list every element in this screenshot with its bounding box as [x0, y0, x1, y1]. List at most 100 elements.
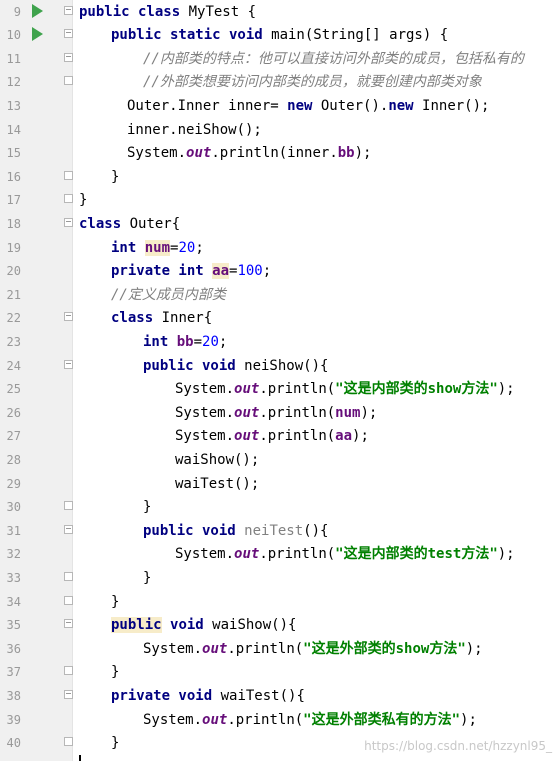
code-line[interactable]: 10 public static void main(String[] args)…: [0, 24, 558, 48]
code-line[interactable]: 22 class Inner{: [0, 307, 558, 331]
code-token: }: [111, 735, 120, 752]
code-token: waiTest(){: [212, 687, 305, 704]
code-line[interactable]: 24 public void neiShow(){: [0, 355, 558, 379]
code-token: "这是内部类的show方法": [335, 381, 498, 398]
code-line[interactable]: 33}: [0, 567, 558, 591]
code-text: }: [111, 166, 119, 190]
code-line[interactable]: 18 class Outer{: [0, 213, 558, 237]
code-line[interactable]: 30}: [0, 496, 558, 520]
code-token: public class: [79, 3, 181, 20]
code-token: waiShow(){: [203, 617, 297, 634]
line-number: 22: [6, 311, 21, 326]
code-text: int bb=20;: [143, 331, 227, 355]
code-token: aa: [212, 263, 230, 280]
fold-end-icon[interactable]: [64, 666, 73, 676]
line-number: 26: [6, 405, 21, 420]
code-line[interactable]: 20 private int aa=100;: [0, 260, 558, 284]
text-cursor: [79, 755, 81, 761]
code-line[interactable]: 26 System.out.println(num);: [0, 402, 558, 426]
code-line[interactable]: 25 System.out.println("这是内部类的show方法");: [0, 378, 558, 402]
code-editor[interactable]: 9 public class MyTest {10 public static vo…: [0, 0, 558, 761]
line-number: 37: [6, 665, 21, 680]
fold-end-icon[interactable]: [64, 501, 73, 511]
code-line[interactable]: 27 System.out.println(aa);: [0, 425, 558, 449]
fold-collapse-icon[interactable]: [64, 5, 73, 15]
fold-end-icon[interactable]: [64, 595, 73, 605]
code-text: public void neiTest(){: [143, 520, 328, 544]
code-token: }: [79, 192, 88, 209]
code-line[interactable]: 31 public void neiTest(){: [0, 520, 558, 544]
run-gutter-icon[interactable]: [32, 27, 43, 42]
line-number: 35: [6, 618, 21, 633]
code-line[interactable]: 14 inner.neiShow();: [0, 119, 558, 143]
code-line[interactable]: 13 Outer.Inner inner= new Outer().new Inn…: [0, 95, 558, 119]
code-token: aa: [335, 428, 353, 445]
fold-collapse-icon[interactable]: [64, 52, 73, 62]
code-token: System.: [175, 428, 235, 445]
line-number: 9: [13, 4, 21, 19]
code-line[interactable]: 23 int bb=20;: [0, 331, 558, 355]
code-token: }: [143, 499, 152, 516]
code-line[interactable]: 12 //外部类想要访问内部类的成员，就要创建内部类对象: [0, 71, 558, 95]
code-line[interactable]: 17}: [0, 189, 558, 213]
line-number: 39: [6, 712, 21, 727]
fold-end-icon[interactable]: [64, 76, 73, 86]
code-line[interactable]: 32 System.out.println("这是内部类的test方法");: [0, 543, 558, 567]
code-line[interactable]: 35 public void waiShow(){: [0, 614, 558, 638]
line-number: 28: [6, 452, 21, 467]
code-token: int: [143, 333, 169, 350]
code-text: int num=20;: [111, 237, 204, 261]
fold-collapse-icon[interactable]: [64, 217, 73, 227]
fold-end-icon[interactable]: [64, 170, 73, 180]
line-number: 14: [6, 122, 21, 137]
code-text: System.out.println(aa);: [175, 425, 369, 449]
code-text: System.out.println("这是内部类的test方法");: [175, 543, 515, 567]
fold-collapse-icon[interactable]: [64, 29, 73, 39]
code-line[interactable]: 16}: [0, 166, 558, 190]
code-token: class: [79, 215, 122, 232]
code-token: .println(: [227, 640, 304, 657]
code-token: //内部类的特点：他可以直接访问外部类的成员，包括私有的: [143, 50, 524, 67]
code-token: Outer.Inner inner=: [127, 97, 288, 114]
code-line[interactable]: 11 //内部类的特点：他可以直接访问外部类的成员，包括私有的: [0, 48, 558, 72]
code-token: System.: [175, 546, 235, 563]
code-line[interactable]: 34}: [0, 591, 558, 615]
code-token: "这是外部类的show方法": [303, 640, 466, 657]
code-token: void: [170, 617, 204, 634]
code-token: out: [234, 404, 260, 421]
code-text: }: [79, 189, 87, 213]
code-line[interactable]: 37}: [0, 661, 558, 685]
code-line[interactable]: 21 //定义成员内部类: [0, 284, 558, 308]
code-token: ;: [218, 333, 228, 350]
code-line[interactable]: 38 private void waiTest(){: [0, 685, 558, 709]
code-line[interactable]: 39 System.out.println("这是外部类私有的方法");: [0, 709, 558, 733]
code-line[interactable]: 15 System.out.println(inner.bb);: [0, 142, 558, 166]
code-token: neiTest: [244, 522, 304, 539]
code-token: (){: [303, 522, 329, 539]
code-line[interactable]: 28 waiShow();: [0, 449, 558, 473]
line-number: 18: [6, 216, 21, 231]
code-line[interactable]: 9 public class MyTest {: [0, 1, 558, 25]
fold-end-icon[interactable]: [64, 737, 73, 747]
fold-collapse-icon[interactable]: [64, 689, 73, 699]
code-token: inner.neiShow();: [127, 121, 262, 138]
fold-collapse-icon[interactable]: [64, 524, 73, 534]
code-line[interactable]: 29 waiTest();: [0, 473, 558, 497]
fold-collapse-icon[interactable]: [64, 619, 73, 629]
code-token: out: [202, 640, 228, 657]
line-number: 31: [6, 523, 21, 538]
code-line[interactable]: 19 int num=20;: [0, 237, 558, 261]
run-gutter-icon[interactable]: [32, 3, 43, 18]
line-number: 24: [6, 358, 21, 373]
fold-end-icon[interactable]: [64, 571, 73, 581]
code-token: out: [234, 428, 260, 445]
line-number: 11: [6, 51, 21, 66]
code-text: }: [111, 661, 119, 685]
fold-collapse-icon[interactable]: [64, 312, 73, 322]
fold-collapse-icon[interactable]: [64, 359, 73, 369]
fold-end-icon[interactable]: [64, 194, 73, 204]
code-line[interactable]: 36 System.out.println("这是外部类的show方法");: [0, 638, 558, 662]
line-number: 29: [6, 476, 21, 491]
code-token: waiShow();: [175, 451, 260, 468]
